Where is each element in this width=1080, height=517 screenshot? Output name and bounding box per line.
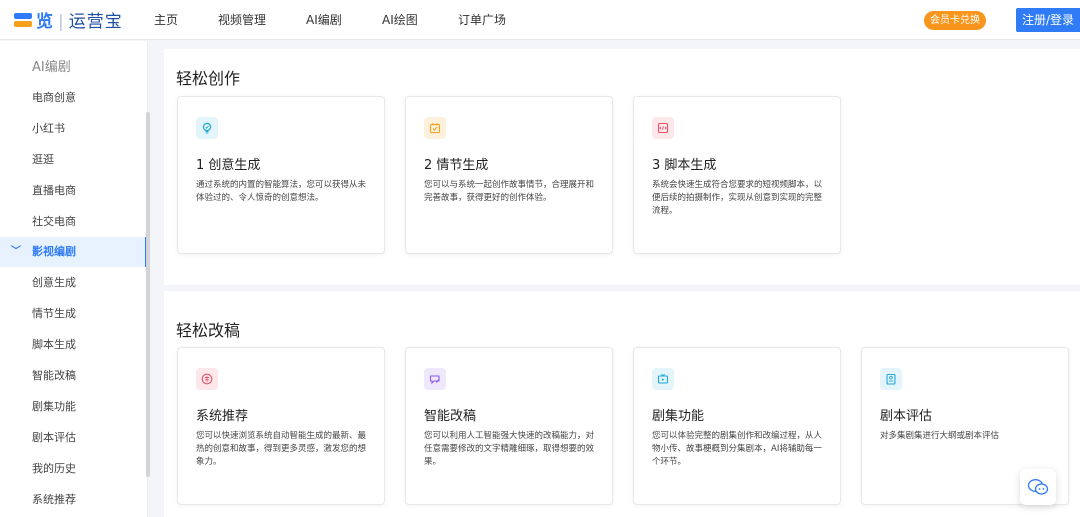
section-easy-revision: 轻松改稿 系统推荐 您可以快速浏览系统自动智能生成的最新、最热的创意和故事，得到… — [164, 291, 1080, 517]
card-description: 您可以快速浏览系统自动智能生成的最新、最热的创意和故事，得到更多灵感，激发您的想… — [196, 431, 367, 467]
sidebar-item-smart-revision[interactable]: 智能改稿 — [0, 361, 147, 391]
lightbulb-icon — [196, 117, 218, 139]
card-title: 2 情节生成 — [424, 158, 489, 173]
edit-icon — [424, 368, 446, 390]
card-title: 剧集功能 — [652, 409, 705, 424]
card-system-recommend[interactable]: 系统推荐 您可以快速浏览系统自动智能生成的最新、最热的创意和故事，得到更多灵感，… — [177, 347, 385, 505]
sidebar-item-plot-generation[interactable]: 情节生成 — [0, 299, 147, 329]
vip-card-redeem-button[interactable]: 会员卡兑换 — [924, 11, 986, 30]
sidebar-item-idea-generation[interactable]: 创意生成 — [0, 268, 147, 298]
recommend-icon — [196, 368, 218, 390]
sidebar-item-xiaohongshu[interactable]: 小红书 — [0, 114, 147, 144]
sidebar-item-my-history[interactable]: 我的历史 — [0, 454, 147, 484]
sidebar-item-guangguang[interactable]: 逛逛 — [0, 145, 147, 175]
top-navbar: 览 | 运营宝 主页 视频管理 AI编剧 AI绘图 订单广场 会员卡兑换 注册/登录 — [0, 0, 1080, 40]
sidebar-item-film-screenwriting[interactable]: ﹀ 影视编剧 — [0, 237, 147, 267]
sidebar-item-label: 影视编剧 — [32, 245, 76, 258]
sidebar-item-script-evaluation[interactable]: 剧本评估 — [0, 423, 147, 453]
card-description: 通过系统的内置的智能算法，您可以获得从未体验过的、令人惊奇的创意想法。 — [196, 180, 367, 203]
nav-home[interactable]: 主页 — [154, 11, 218, 28]
card-series-function[interactable]: 剧集功能 您可以体验完整的剧集创作和改编过程，从人物小传、故事梗概到分集剧本，A… — [633, 347, 841, 505]
card-title: 3 脚本生成 — [652, 158, 717, 173]
sidebar-item-script-generation[interactable]: 脚本生成 — [0, 330, 147, 360]
card-smart-revision[interactable]: 智能改稿 您可以利用人工智能强大快速的改稿能力，对任意需要修改的文字精雕细琢，取… — [405, 347, 613, 505]
nav-order-square[interactable]: 订单广场 — [458, 11, 538, 28]
card-description: 系统会快速生成符合您要求的短视频脚本，以便后续的拍摄制作，实现从创意到实现的完整… — [652, 180, 823, 216]
card-description: 您可以利用人工智能强大快速的改稿能力，对任意需要修改的文字精雕细琢，取得想要的效… — [424, 431, 595, 467]
sidebar-title: AI编剧 — [32, 60, 71, 75]
logo-brand-text: 运营宝 — [68, 12, 123, 32]
logo[interactable]: 览 | 运营宝 — [14, 7, 134, 32]
logo-mark-icon — [14, 12, 32, 27]
card-title: 智能改稿 — [424, 409, 477, 424]
sidebar-item-system-recommend[interactable]: 系统推荐 — [0, 485, 147, 515]
section-title: 轻松创作 — [176, 69, 241, 88]
evaluate-icon — [880, 368, 902, 390]
script-icon — [652, 117, 674, 139]
card-description: 对多集剧集进行大纲或剧本评估 — [880, 431, 1000, 441]
nav-ai-drawing[interactable]: AI绘图 — [382, 11, 458, 28]
sidebar-item-live-ecommerce[interactable]: 直播电商 — [0, 176, 147, 206]
logo-main-text: 览 — [36, 12, 54, 32]
card-idea-generation[interactable]: 1 创意生成 通过系统的内置的智能算法，您可以获得从未体验过的、令人惊奇的创意想… — [177, 96, 385, 254]
sidebar-item-series-function[interactable]: 剧集功能 — [0, 392, 147, 422]
card-script-generation[interactable]: 3 脚本生成 系统会快速生成符合您要求的短视频脚本，以便后续的拍摄制作，实现从创… — [633, 96, 841, 254]
sidebar: AI编剧 电商创意 小红书 逛逛 直播电商 社交电商 ﹀ 影视编剧 创意生成 情… — [0, 41, 148, 517]
main-content: 轻松创作 1 创意生成 通过系统的内置的智能算法，您可以获得从未体验过的、令人惊… — [150, 41, 1080, 517]
section-easy-creation: 轻松创作 1 创意生成 通过系统的内置的智能算法，您可以获得从未体验过的、令人惊… — [164, 49, 1080, 285]
chevron-down-icon: ﹀ — [11, 246, 21, 257]
customer-service-chat-button[interactable] — [1020, 469, 1056, 505]
card-plot-generation[interactable]: 2 情节生成 您可以与系统一起创作故事情节，合理展开和完善故事，获得更好的创作体… — [405, 96, 613, 254]
register-login-button[interactable]: 注册/登录 — [1016, 8, 1080, 32]
sidebar-item-social-ecommerce[interactable]: 社交电商 — [0, 207, 147, 237]
nav-video-manage[interactable]: 视频管理 — [218, 11, 306, 28]
card-title: 1 创意生成 — [196, 158, 261, 173]
section-title: 轻松改稿 — [176, 321, 241, 340]
plot-icon — [424, 117, 446, 139]
card-description: 您可以体验完整的剧集创作和改编过程，从人物小传、故事梗概到分集剧本，AI将辅助每… — [652, 431, 823, 467]
tv-icon — [652, 368, 674, 390]
card-title: 系统推荐 — [196, 409, 249, 424]
card-title: 剧本评估 — [880, 409, 933, 424]
sidebar-item-ecommerce-creative[interactable]: 电商创意 — [0, 83, 147, 113]
main-nav: 主页 视频管理 AI编剧 AI绘图 订单广场 — [154, 11, 538, 28]
nav-ai-screenwriting[interactable]: AI编剧 — [306, 11, 382, 28]
card-description: 您可以与系统一起创作故事情节，合理展开和完善故事，获得更好的创作体验。 — [424, 180, 595, 203]
chat-bubble-icon — [1027, 479, 1049, 495]
